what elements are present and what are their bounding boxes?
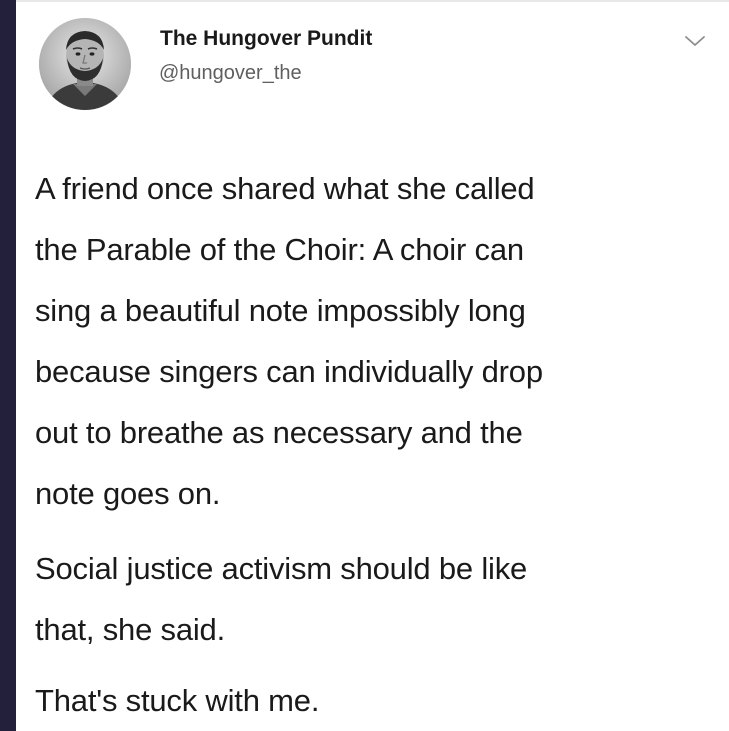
tweet-text-line: sing a beautiful note impossibly long	[35, 293, 526, 328]
tweet-text-paragraph-1: A friend once shared what she called the…	[35, 158, 705, 524]
tweet-text-line: that, she said.	[35, 612, 226, 647]
chevron-down-icon[interactable]	[684, 34, 706, 48]
left-border	[0, 0, 16, 731]
tweet-text-paragraph-3: That's stuck with me.	[35, 670, 319, 731]
tweet-text-line: note goes on.	[35, 476, 221, 511]
avatar-photo-icon	[39, 18, 131, 110]
tweet-screenshot: The Hungover Pundit @hungover_the A frie…	[0, 0, 729, 731]
tweet-text-line: the Parable of the Choir: A choir can	[35, 232, 524, 267]
avatar[interactable]	[39, 18, 131, 110]
tweet-text-line: Social justice activism should be like	[35, 551, 528, 586]
tweet-text-line: because singers can individually drop	[35, 354, 543, 389]
tweet-text-line: out to breathe as necessary and the	[35, 415, 523, 450]
user-handle[interactable]: @hungover_the	[159, 62, 302, 85]
tweet-text-line: That's stuck with me.	[35, 683, 320, 718]
display-name[interactable]: The Hungover Pundit	[160, 27, 372, 51]
tweet-text-line: A friend once shared what she called	[35, 171, 535, 206]
tweet-text-paragraph-2: Social justice activism should be like t…	[35, 538, 527, 660]
